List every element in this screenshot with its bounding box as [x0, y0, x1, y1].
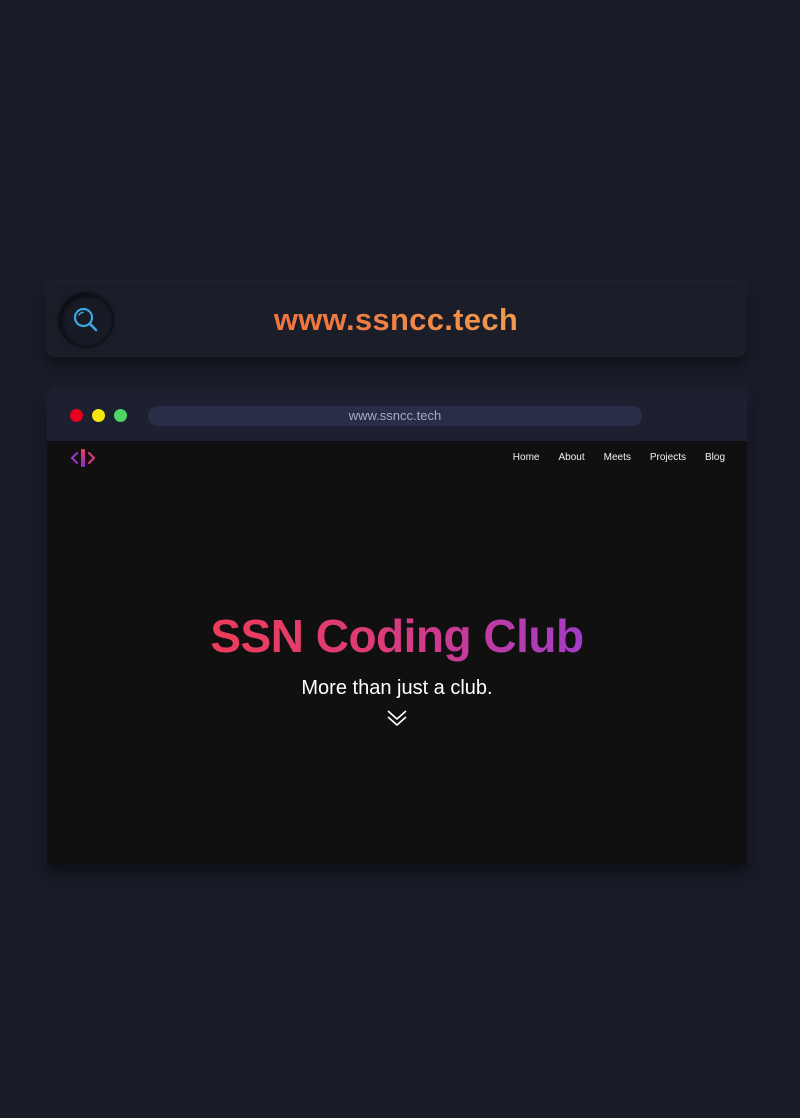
close-window-button[interactable]: [70, 409, 83, 422]
double-chevron-down-icon[interactable]: [386, 709, 408, 727]
browser-window: www.ssncc.tech Home About Meets Projects…: [47, 392, 747, 865]
page-viewport: Home About Meets Projects Blog SSN Codin…: [47, 441, 747, 865]
hero-title-text: SSN Coding Club: [210, 610, 584, 662]
ssncc-logo[interactable]: [70, 447, 96, 469]
browser-toolbar: www.ssncc.tech: [47, 392, 747, 441]
search-url-text[interactable]: www.ssncc.tech: [46, 302, 746, 338]
minimize-window-button[interactable]: [92, 409, 105, 422]
nav-link-meets[interactable]: Meets: [604, 452, 631, 463]
nav-link-about[interactable]: About: [558, 452, 584, 463]
nav-link-projects[interactable]: Projects: [650, 452, 686, 463]
address-bar[interactable]: www.ssncc.tech: [148, 406, 642, 426]
hero-subtitle: More than just a club.: [301, 677, 493, 699]
maximize-window-button[interactable]: [114, 409, 127, 422]
hero-title: SSN Coding Club: [47, 609, 747, 663]
search-bar: www.ssncc.tech: [46, 283, 746, 357]
nav-link-blog[interactable]: Blog: [705, 452, 725, 463]
main-nav: Home About Meets Projects Blog: [494, 452, 725, 463]
nav-link-home[interactable]: Home: [513, 452, 540, 463]
